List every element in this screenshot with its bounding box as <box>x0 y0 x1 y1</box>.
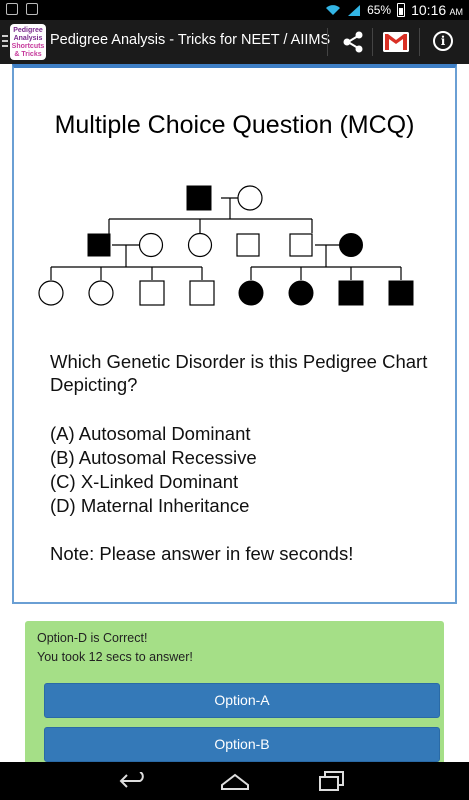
option-text: (B) Autosomal Recessive <box>50 447 257 468</box>
option-text: (A) Autosomal Dominant <box>50 423 251 444</box>
drawer-menu-icon[interactable] <box>2 35 8 49</box>
status-system: 65% 10:16 AM <box>325 2 463 18</box>
app-logo-line: Pedigree <box>13 27 43 34</box>
pedigree-male-affected <box>388 280 414 306</box>
app-logo[interactable]: Pedigree Analysis Shortcuts & Tricks <box>10 24 46 60</box>
signal-icon <box>348 4 361 16</box>
pedigree-male-unaffected <box>189 280 215 306</box>
status-time-value: 10:16 <box>411 2 447 18</box>
pedigree-male-affected <box>87 233 111 257</box>
question-text: Which Genetic Disorder is this Pedigree … <box>50 351 428 395</box>
result-message: Option-D is Correct! <box>37 631 148 645</box>
recent-apps-icon[interactable] <box>318 770 346 792</box>
pedigree-male-affected <box>186 185 212 211</box>
pedigree-female-unaffected <box>138 232 164 258</box>
gmail-icon[interactable] <box>383 32 409 52</box>
app-logo-line: Shortcuts <box>11 43 45 50</box>
action-bar: Pedigree Analysis Shortcuts & Tricks Ped… <box>0 20 469 64</box>
pedigree-female-unaffected <box>38 280 64 306</box>
status-time: 10:16 AM <box>411 2 463 18</box>
home-icon[interactable] <box>220 771 250 791</box>
pedigree-female-affected <box>238 280 264 306</box>
pedigree-female-unaffected <box>237 185 263 211</box>
action-divider <box>419 28 420 56</box>
pedigree-chart <box>38 185 414 306</box>
app-logo-line: Analysis <box>13 35 43 42</box>
action-divider <box>372 28 373 56</box>
pedigree-female-affected <box>339 233 363 257</box>
battery-icon <box>397 3 406 17</box>
option-text: (D) Maternal Inheritance <box>50 495 250 516</box>
question-card: Multiple Choice Question (MCQ) Which Gen… <box>12 64 457 604</box>
time-taken-message: You took 12 secs to answer! <box>37 650 193 664</box>
status-bar: 65% 10:16 AM <box>0 0 469 20</box>
notification-icon <box>6 3 18 15</box>
option-b-button[interactable]: Option-B <box>44 727 440 762</box>
option-text: (C) X-Linked Dominant <box>50 471 239 492</box>
pedigree-male-unaffected <box>139 280 165 306</box>
option-a-button[interactable]: Option-A <box>44 683 440 718</box>
pedigree-male-unaffected <box>289 233 313 257</box>
app-title: Pedigree Analysis - Tricks for NEET / AI… <box>50 32 331 48</box>
app-logo-line: & Tricks <box>14 51 42 58</box>
pedigree-female-unaffected <box>187 232 213 258</box>
pedigree-female-unaffected <box>88 280 114 306</box>
info-icon[interactable]: i <box>433 31 453 51</box>
status-time-ampm: AM <box>449 7 464 17</box>
status-notifications <box>6 3 38 15</box>
navigation-bar <box>0 762 469 800</box>
screen: 65% 10:16 AM Pedigree Analysis Shortcuts… <box>0 0 469 800</box>
answer-panel: Option-D is Correct! You took 12 secs to… <box>25 621 444 771</box>
wifi-icon <box>326 5 341 15</box>
screenshot-icon <box>26 3 38 15</box>
action-divider <box>327 28 328 56</box>
pedigree-male-unaffected <box>236 233 260 257</box>
share-icon[interactable] <box>340 29 366 55</box>
mcq-heading: Multiple Choice Question (MCQ) <box>54 111 415 139</box>
options-list: (A) Autosomal Dominant (B) Autosomal Rec… <box>50 422 257 518</box>
note-text: Note: Please answer in few seconds! <box>50 543 354 564</box>
pedigree-female-affected <box>288 280 314 306</box>
pedigree-male-affected <box>338 280 364 306</box>
back-icon[interactable] <box>118 772 150 790</box>
battery-percent: 65% <box>367 3 392 17</box>
